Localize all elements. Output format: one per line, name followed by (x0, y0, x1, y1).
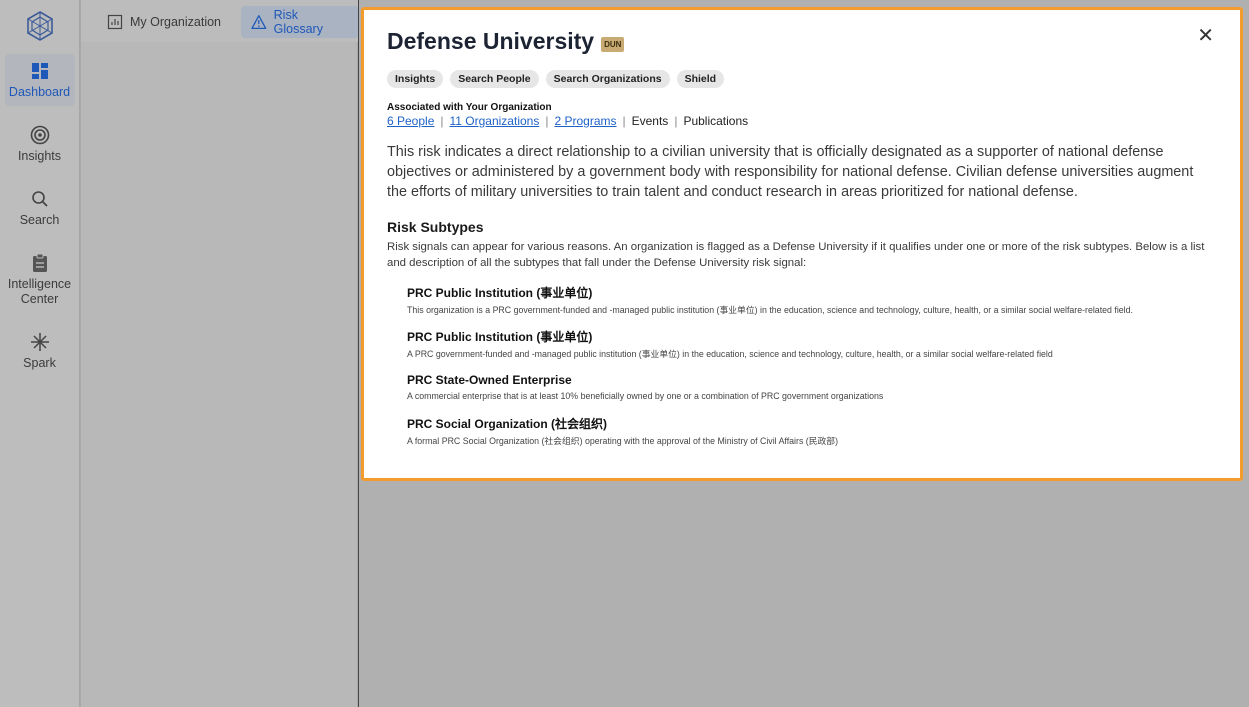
subtype-item: PRC Public Institution (事业单位) A PRC gove… (407, 328, 1214, 361)
clipboard-icon (32, 253, 47, 272)
nav-search[interactable]: Search (5, 182, 75, 234)
nav-intelligence-center[interactable]: Intelligence Center (5, 246, 75, 313)
nav-dashboard[interactable]: Dashboard (4, 54, 75, 106)
secondary-panel (81, 0, 357, 707)
risk-description: This risk indicates a direct relationshi… (387, 144, 1194, 200)
subtype-description: A commercial enterprise that is at least… (407, 391, 884, 402)
modal-header: Defense University DUN (387, 28, 1214, 55)
subtypes-intro: Risk signals can appear for various reas… (387, 240, 1205, 270)
nav-spark[interactable]: Spark (5, 325, 75, 377)
subtype-title: PRC Public Institution (事业单位) (407, 330, 593, 345)
target-icon (30, 125, 49, 145)
subtype-title: PRC State-Owned Enterprise (407, 373, 572, 388)
tab-risk-glossary-label: Risk Glossary (273, 8, 323, 36)
nav-intelligence-center-label: Intelligence Center (7, 277, 72, 306)
subtype-description: A formal PRC Social Organization (社会组织) … (407, 435, 839, 446)
chip-shield[interactable]: Shield (676, 70, 725, 88)
subtypes-heading: Risk Subtypes (387, 218, 484, 235)
nav-insights-label: Insights (17, 149, 62, 163)
tab-risk-glossary[interactable]: Risk Glossary (241, 6, 359, 38)
chip-insights[interactable]: Insights (387, 70, 444, 88)
dashboard-icon (31, 63, 48, 79)
nav-spark-label: Spark (23, 356, 56, 370)
separator: | (545, 114, 549, 128)
tab-my-organization[interactable]: My Organization (97, 6, 231, 38)
associated-label: Associated with Your Organization (387, 102, 552, 113)
link-programs[interactable]: 2 Programs (554, 114, 616, 128)
subtype-description: A PRC government-funded and -managed pub… (407, 349, 1053, 360)
risk-detail-modal: ✕ Defense University DUN Insights Search… (361, 7, 1243, 481)
modal-title: Defense University (387, 28, 595, 54)
publications-label: Publications (683, 114, 749, 128)
risk-code-badge: DUN (601, 36, 625, 52)
events-label: Events (631, 114, 669, 128)
link-organizations[interactable]: 11 Organizations (450, 114, 540, 128)
nav-search-label: Search (19, 213, 60, 227)
spark-icon (30, 333, 49, 351)
subtype-item: PRC State-Owned Enterprise A commercial … (407, 373, 1214, 403)
chart-icon (107, 14, 123, 30)
link-people[interactable]: 6 People (387, 114, 434, 128)
tab-my-organization-label: My Organization (130, 15, 222, 29)
close-icon[interactable]: ✕ (1197, 26, 1214, 46)
action-chips: Insights Search People Search Organizati… (387, 70, 1214, 88)
nav-insights[interactable]: Insights (5, 118, 75, 170)
warning-icon (251, 15, 267, 29)
chip-search-organizations[interactable]: Search Organizations (545, 70, 670, 88)
top-tab-bar: My Organization Risk Glossary (81, 0, 359, 42)
separator: | (622, 114, 626, 128)
left-nav-rail: Dashboard Insights Search Intelligence C… (0, 0, 80, 707)
chip-search-people[interactable]: Search People (450, 70, 539, 88)
subtype-description: This organization is a PRC government-fu… (407, 304, 1133, 315)
separator: | (440, 114, 444, 128)
nav-dashboard-label: Dashboard (8, 85, 71, 99)
associated-links: 6 People | 11 Organizations | 2 Programs… (387, 114, 1214, 128)
subtype-title: PRC Social Organization (社会组织) (407, 416, 608, 431)
subtype-item: PRC Social Organization (社会组织) A formal … (407, 415, 1214, 448)
app-logo-icon[interactable] (24, 10, 56, 42)
subtype-title: PRC Public Institution (事业单位) (407, 285, 593, 300)
separator: | (674, 114, 678, 128)
subtype-item: PRC Public Institution (事业单位) This organ… (407, 284, 1214, 317)
search-icon (31, 191, 48, 207)
